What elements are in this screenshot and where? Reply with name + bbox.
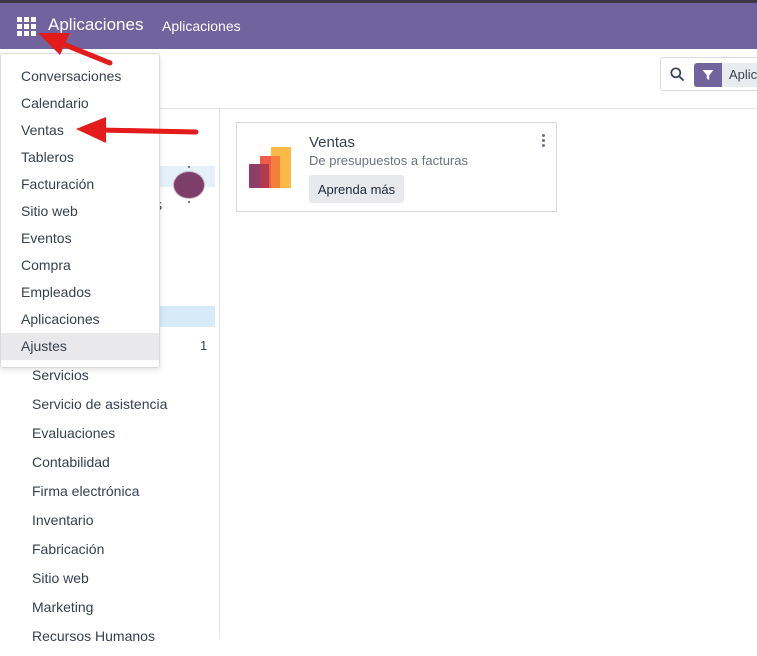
arrow-to-apps-menu	[38, 33, 113, 66]
arrow-to-ventas	[76, 117, 199, 143]
annotation-layer	[38, 33, 199, 143]
